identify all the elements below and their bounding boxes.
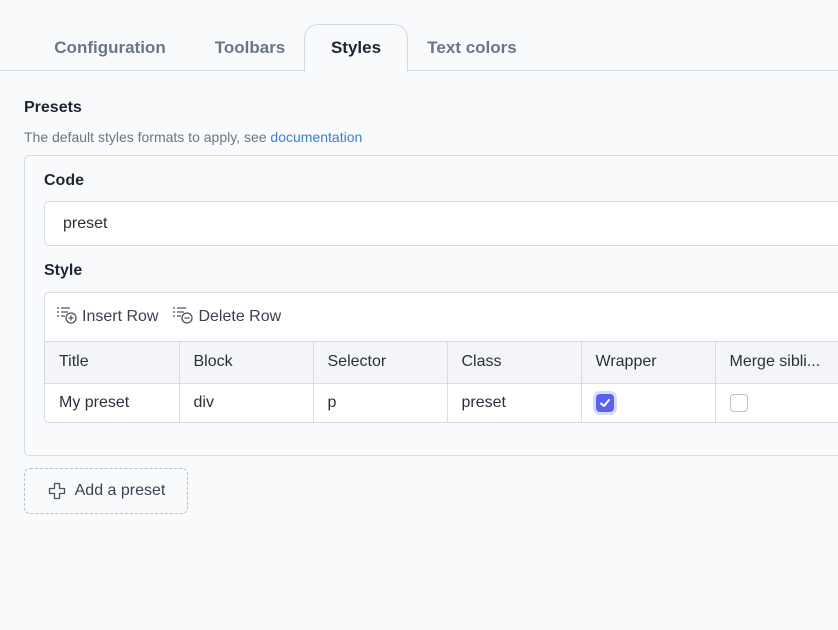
insert-row-button[interactable]: Insert Row — [56, 305, 158, 330]
merge-siblings-checkbox[interactable] — [729, 394, 748, 413]
table-row: My preset div p preset — [45, 383, 838, 422]
delete-row-button[interactable]: Delete Row — [172, 305, 281, 330]
insert-row-label: Insert Row — [82, 308, 159, 325]
cell-title[interactable]: My preset — [45, 383, 180, 422]
style-table: Insert Row Delete Row Title Block Select… — [44, 292, 838, 423]
check-icon — [599, 399, 610, 408]
tab-bar: Configuration Toolbars Styles Text color… — [0, 0, 838, 72]
column-header-class[interactable]: Class — [447, 342, 582, 384]
table-toolbar: Insert Row Delete Row — [45, 293, 838, 342]
styles-grid: Title Block Selector Class Wrapper Merge… — [45, 342, 838, 422]
column-header-selector[interactable]: Selector — [313, 342, 448, 384]
delete-row-label: Delete Row — [198, 308, 282, 325]
tab-toolbars[interactable]: Toolbars — [200, 24, 300, 71]
column-header-title[interactable]: Title — [45, 342, 180, 384]
tab-text-colors[interactable]: Text colors — [416, 24, 528, 71]
cell-wrapper — [581, 383, 716, 422]
tab-configuration[interactable]: Configuration — [40, 24, 180, 71]
add-preset-button[interactable]: Add a preset — [24, 468, 188, 514]
cell-class[interactable]: preset — [447, 383, 582, 422]
documentation-link[interactable]: documentation — [270, 129, 362, 145]
plus-icon — [48, 482, 65, 500]
presets-help-prefix: The default styles formats to apply, see — [24, 129, 271, 145]
table-header-row: Title Block Selector Class Wrapper Merge… — [45, 342, 838, 384]
cell-block[interactable]: div — [179, 383, 314, 422]
add-preset-label: Add a preset — [74, 482, 166, 499]
style-label: Style — [44, 262, 83, 279]
cell-merge-siblings — [715, 383, 838, 422]
wrapper-checkbox[interactable] — [595, 394, 614, 413]
column-header-block[interactable]: Block — [179, 342, 314, 384]
presets-title: Presets — [24, 99, 82, 116]
delete-row-icon — [172, 305, 194, 330]
presets-help-text: The default styles formats to apply, see… — [24, 129, 362, 145]
page: Configuration Toolbars Styles Text color… — [0, 0, 838, 630]
code-label: Code — [44, 172, 84, 189]
column-header-wrapper[interactable]: Wrapper — [581, 342, 716, 384]
cell-selector[interactable]: p — [313, 383, 448, 422]
tab-styles[interactable]: Styles — [304, 24, 408, 72]
code-input[interactable] — [44, 201, 838, 246]
column-header-merge-siblings[interactable]: Merge sibli... — [715, 342, 838, 384]
insert-row-icon — [56, 305, 78, 330]
